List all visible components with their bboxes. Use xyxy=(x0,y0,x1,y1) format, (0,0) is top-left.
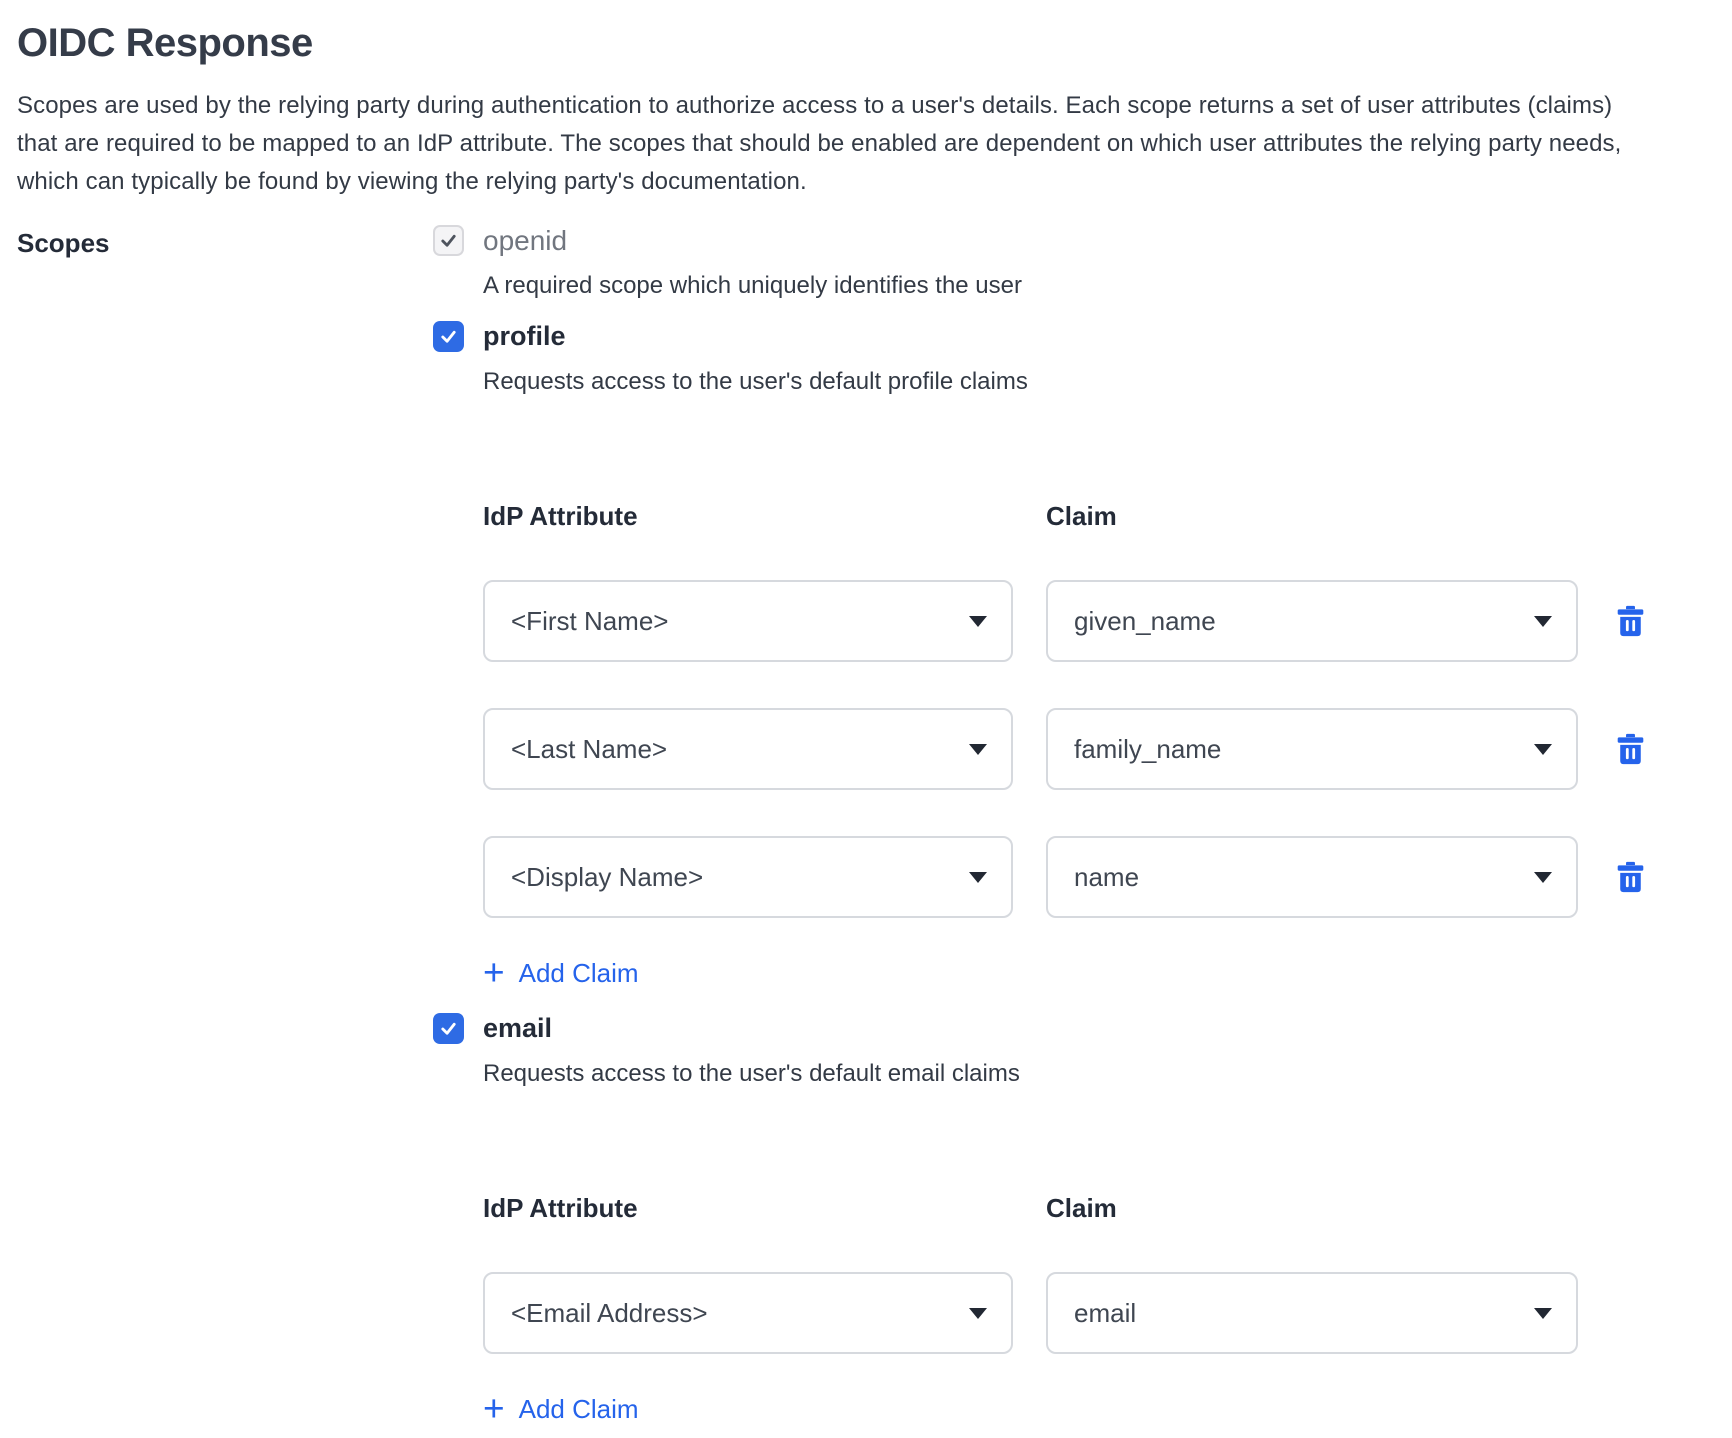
claim-select[interactable]: name xyxy=(1046,836,1578,918)
scope-profile-checkbox[interactable] xyxy=(433,321,464,352)
delete-claim-button[interactable] xyxy=(1614,860,1646,894)
add-claim-button[interactable]: + Add Claim xyxy=(483,1394,639,1425)
idp-attribute-value: <Email Address> xyxy=(511,1298,708,1329)
scope-profile: profile Requests access to the user's de… xyxy=(433,321,1715,989)
idp-attribute-select[interactable]: <First Name> xyxy=(483,580,1013,662)
claim-value: name xyxy=(1074,862,1139,893)
add-claim-label: Add Claim xyxy=(519,1394,639,1425)
trash-icon xyxy=(1616,605,1645,637)
caret-down-icon xyxy=(969,872,987,883)
scope-email-label: email xyxy=(483,1013,552,1044)
profile-claims-rows: <First Name> given_name xyxy=(483,580,1715,918)
scope-email-head: email xyxy=(433,1013,1715,1044)
scope-profile-description: Requests access to the user's default pr… xyxy=(483,367,1715,397)
scopes-label: Scopes xyxy=(17,225,433,1425)
checkmark-icon xyxy=(439,1019,458,1038)
checkmark-icon xyxy=(439,231,458,250)
scope-openid-description: A required scope which uniquely identifi… xyxy=(483,271,1715,301)
scope-openid-label: openid xyxy=(483,225,567,256)
claim-row: <First Name> given_name xyxy=(483,580,1715,662)
idp-attribute-select[interactable]: <Email Address> xyxy=(483,1272,1013,1354)
caret-down-icon xyxy=(969,1308,987,1319)
caret-down-icon xyxy=(1534,744,1552,755)
email-claims-rows: <Email Address> email xyxy=(483,1272,1715,1354)
claim-value: family_name xyxy=(1074,734,1221,765)
profile-claims-header: IdP Attribute Claim xyxy=(483,501,1715,532)
claim-select[interactable]: email xyxy=(1046,1272,1578,1354)
idp-attribute-value: <Last Name> xyxy=(511,734,667,765)
checkmark-icon xyxy=(439,327,458,346)
claim-value: email xyxy=(1074,1298,1136,1329)
oidc-response-page: OIDC Response Scopes are used by the rel… xyxy=(0,0,1732,1425)
caret-down-icon xyxy=(1534,1308,1552,1319)
idp-attribute-select[interactable]: <Display Name> xyxy=(483,836,1013,918)
add-claim-button[interactable]: + Add Claim xyxy=(483,958,639,989)
scope-profile-label: profile xyxy=(483,321,566,352)
claim-value: given_name xyxy=(1074,606,1216,637)
page-description: Scopes are used by the relying party dur… xyxy=(17,87,1715,201)
claim-row: <Display Name> name xyxy=(483,836,1715,918)
claim-header: Claim xyxy=(1046,501,1578,532)
add-claim-label: Add Claim xyxy=(519,958,639,989)
idp-attribute-header: IdP Attribute xyxy=(483,1193,1013,1224)
profile-claims-table: IdP Attribute Claim <First Name> given_n… xyxy=(483,501,1715,989)
scope-openid: openid A required scope which uniquely i… xyxy=(433,225,1715,301)
plus-icon: + xyxy=(483,960,505,986)
idp-attribute-value: <First Name> xyxy=(511,606,669,637)
caret-down-icon xyxy=(969,616,987,627)
email-claims-table: IdP Attribute Claim <Email Address> emai… xyxy=(483,1193,1715,1425)
trash-icon xyxy=(1616,861,1645,893)
claim-select[interactable]: family_name xyxy=(1046,708,1578,790)
scopes-form-row: Scopes openid A required scope which uni… xyxy=(17,225,1715,1425)
idp-attribute-header: IdP Attribute xyxy=(483,501,1013,532)
scope-openid-head: openid xyxy=(433,225,1715,256)
delete-claim-button[interactable] xyxy=(1614,732,1646,766)
scope-email-checkbox[interactable] xyxy=(433,1013,464,1044)
claim-header: Claim xyxy=(1046,1193,1578,1224)
trash-icon xyxy=(1616,733,1645,765)
caret-down-icon xyxy=(1534,616,1552,627)
scopes-content: openid A required scope which uniquely i… xyxy=(433,225,1715,1425)
plus-icon: + xyxy=(483,1396,505,1422)
idp-attribute-value: <Display Name> xyxy=(511,862,703,893)
scope-openid-checkbox xyxy=(433,225,464,256)
page-title: OIDC Response xyxy=(17,21,1715,65)
caret-down-icon xyxy=(969,744,987,755)
claim-row: <Email Address> email xyxy=(483,1272,1715,1354)
scope-email: email Requests access to the user's defa… xyxy=(433,1013,1715,1425)
delete-claim-button[interactable] xyxy=(1614,604,1646,638)
caret-down-icon xyxy=(1534,872,1552,883)
idp-attribute-select[interactable]: <Last Name> xyxy=(483,708,1013,790)
claim-row: <Last Name> family_name xyxy=(483,708,1715,790)
email-claims-header: IdP Attribute Claim xyxy=(483,1193,1715,1224)
claim-select[interactable]: given_name xyxy=(1046,580,1578,662)
scope-profile-head: profile xyxy=(433,321,1715,352)
scope-email-description: Requests access to the user's default em… xyxy=(483,1059,1715,1089)
